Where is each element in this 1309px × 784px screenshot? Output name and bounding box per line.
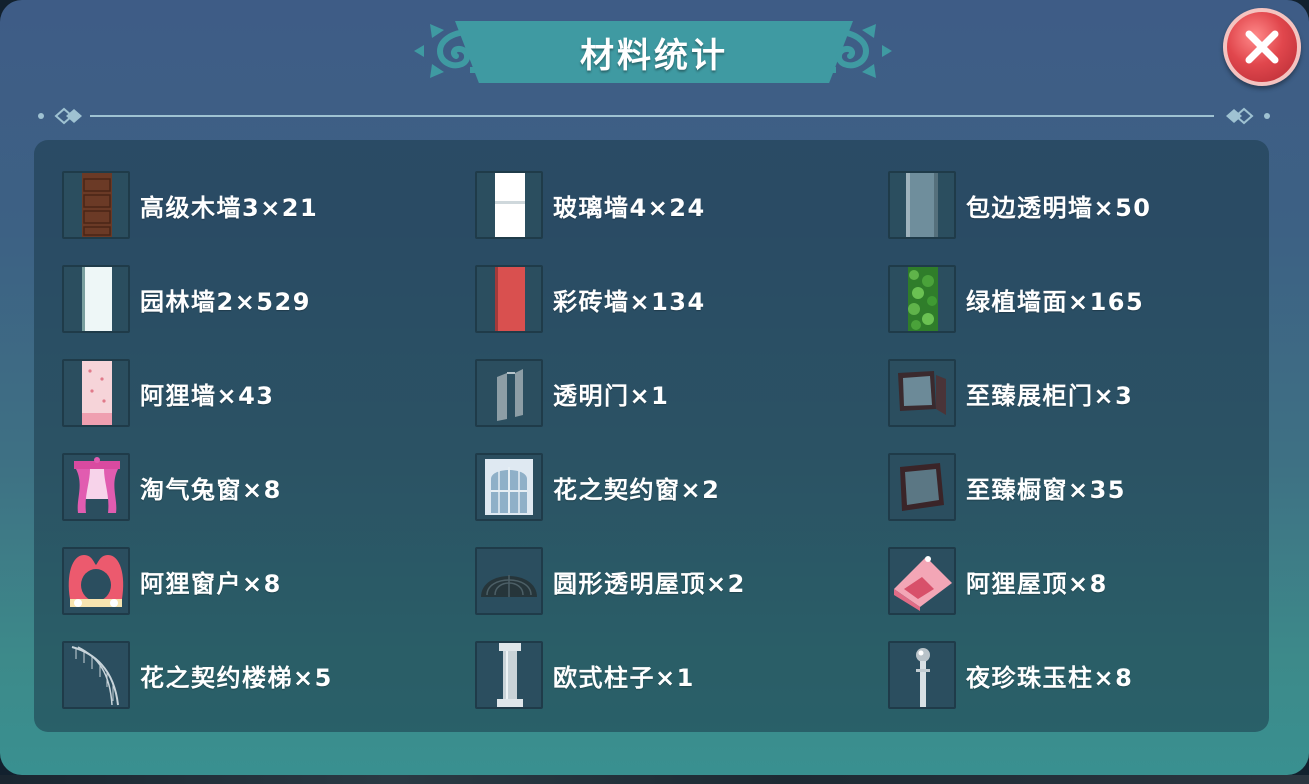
material-label: 高级木墙3×21 bbox=[140, 193, 319, 222]
glass-wall-icon bbox=[475, 171, 543, 239]
material-item[interactable]: 淘气兔窗×8 bbox=[62, 453, 282, 521]
material-label: 阿狸墙×43 bbox=[140, 381, 275, 410]
material-label: 花之契约楼梯×5 bbox=[140, 663, 333, 692]
close-button[interactable] bbox=[1223, 8, 1301, 86]
divider-right-diamond-icon bbox=[1226, 107, 1270, 125]
material-item[interactable]: 玻璃墙4×24 bbox=[475, 171, 706, 239]
trimmed-transparent-wall-icon bbox=[888, 171, 956, 239]
flower-contract-stairs-icon bbox=[62, 641, 130, 709]
material-stats-dialog: 材料统计 高级木墙3×21 玻璃墙4×24 包边透明墙×50 园林墙2×529 … bbox=[0, 0, 1309, 775]
green-plant-wall-icon bbox=[888, 265, 956, 333]
night-pearl-pillar-icon bbox=[888, 641, 956, 709]
material-label: 绿植墙面×165 bbox=[966, 287, 1145, 316]
showcase-window-icon bbox=[888, 453, 956, 521]
material-item[interactable]: 夜珍珠玉柱×8 bbox=[888, 641, 1133, 709]
ali-roof-icon bbox=[888, 547, 956, 615]
title-ornament-right-icon bbox=[826, 24, 892, 78]
material-item[interactable]: 园林墙2×529 bbox=[62, 265, 311, 333]
material-item[interactable]: 圆形透明屋顶×2 bbox=[475, 547, 746, 615]
transparent-door-icon bbox=[475, 359, 543, 427]
material-item[interactable]: 阿狸窗户×8 bbox=[62, 547, 282, 615]
close-icon bbox=[1245, 30, 1279, 64]
ali-wall-icon bbox=[62, 359, 130, 427]
material-label: 彩砖墙×134 bbox=[553, 287, 706, 316]
material-label: 至臻橱窗×35 bbox=[966, 475, 1127, 504]
material-item[interactable]: 绿植墙面×165 bbox=[888, 265, 1144, 333]
material-item[interactable]: 阿狸墙×43 bbox=[62, 359, 275, 427]
wood-wall-icon bbox=[62, 171, 130, 239]
material-label: 花之契约窗×2 bbox=[553, 475, 721, 504]
material-label: 至臻展柜门×3 bbox=[966, 381, 1134, 410]
material-item[interactable]: 高级木墙3×21 bbox=[62, 171, 318, 239]
material-label: 阿狸屋顶×8 bbox=[966, 569, 1108, 598]
material-item[interactable]: 彩砖墙×134 bbox=[475, 265, 706, 333]
material-label: 阿狸窗户×8 bbox=[140, 569, 282, 598]
material-item[interactable]: 包边透明墙×50 bbox=[888, 171, 1152, 239]
dialog-title: 材料统计 bbox=[580, 35, 728, 76]
colored-brick-wall-icon bbox=[475, 265, 543, 333]
material-item[interactable]: 花之契约楼梯×5 bbox=[62, 641, 333, 709]
material-label: 圆形透明屋顶×2 bbox=[553, 569, 746, 598]
material-label: 欧式柱子×1 bbox=[553, 663, 695, 692]
flower-contract-window-icon bbox=[475, 453, 543, 521]
material-item[interactable]: 阿狸屋顶×8 bbox=[888, 547, 1108, 615]
material-item[interactable]: 欧式柱子×1 bbox=[475, 641, 695, 709]
title-divider bbox=[34, 106, 1274, 126]
garden-wall-icon bbox=[62, 265, 130, 333]
round-transparent-roof-icon bbox=[475, 547, 543, 615]
material-label: 淘气兔窗×8 bbox=[140, 475, 282, 504]
naughty-rabbit-window-icon bbox=[62, 453, 130, 521]
material-item[interactable]: 透明门×1 bbox=[475, 359, 669, 427]
display-cabinet-door-icon bbox=[888, 359, 956, 427]
material-label: 玻璃墙4×24 bbox=[553, 193, 706, 222]
material-label: 夜珍珠玉柱×8 bbox=[966, 663, 1134, 692]
divider-left-diamond-icon bbox=[38, 107, 82, 125]
material-item[interactable]: 至臻展柜门×3 bbox=[888, 359, 1133, 427]
ali-window-icon bbox=[62, 547, 130, 615]
material-item[interactable]: 花之契约窗×2 bbox=[475, 453, 720, 521]
material-item[interactable]: 至臻橱窗×35 bbox=[888, 453, 1126, 521]
material-label: 园林墙2×529 bbox=[140, 287, 311, 316]
material-label: 透明门×1 bbox=[553, 381, 670, 410]
background-scene-strip bbox=[0, 775, 1309, 784]
european-pillar-icon bbox=[475, 641, 543, 709]
material-label: 包边透明墙×50 bbox=[966, 193, 1152, 222]
